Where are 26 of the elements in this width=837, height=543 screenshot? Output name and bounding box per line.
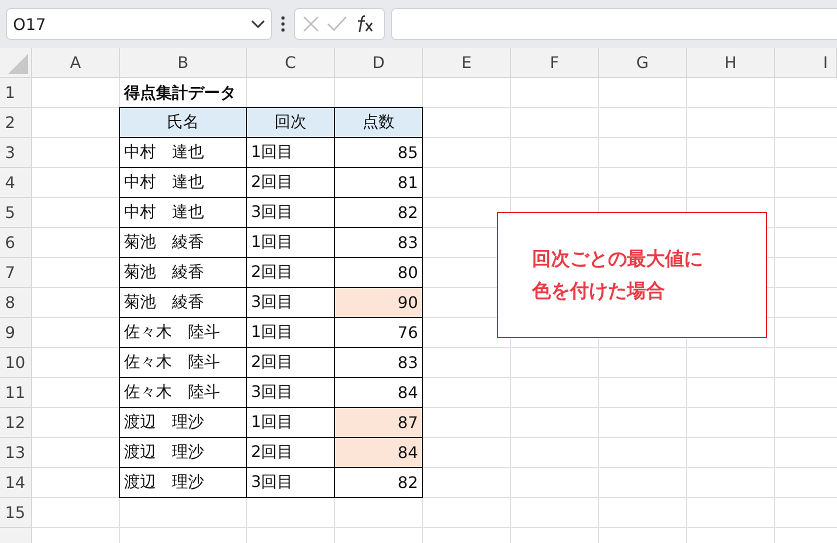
- column-header-cell: 氏名: [119, 107, 247, 138]
- column-header[interactable]: I: [775, 48, 837, 78]
- column-header-cell: 点数: [334, 107, 423, 138]
- table-cell: 渡辺 理沙: [119, 467, 247, 498]
- name-box[interactable]: O17: [6, 8, 272, 40]
- formula-bar[interactable]: [391, 8, 837, 40]
- column-header[interactable]: H: [687, 48, 775, 78]
- check-icon[interactable]: [327, 16, 348, 32]
- column-header[interactable]: G: [599, 48, 687, 78]
- column-header[interactable]: B: [120, 48, 247, 78]
- more-icon[interactable]: [281, 16, 285, 32]
- select-all-icon[interactable]: [8, 54, 28, 74]
- table-cell: 84: [334, 437, 423, 468]
- text-box: 回次ごとの最大値に 色を付けた場合: [497, 212, 767, 338]
- table-cell: 82: [334, 467, 423, 498]
- table-cell: 90: [334, 287, 423, 318]
- column-header[interactable]: D: [335, 48, 423, 78]
- table-title: 得点集計データ: [122, 82, 237, 104]
- column-header-cell: 回次: [246, 107, 335, 138]
- column-header[interactable]: F: [511, 48, 599, 78]
- table-cell: 87: [334, 407, 423, 438]
- caret-icon[interactable]: [251, 20, 265, 28]
- column-header[interactable]: E: [423, 48, 511, 78]
- column-header[interactable]: C: [247, 48, 335, 78]
- column-header[interactable]: A: [32, 48, 120, 78]
- cancel-icon[interactable]: [303, 16, 320, 32]
